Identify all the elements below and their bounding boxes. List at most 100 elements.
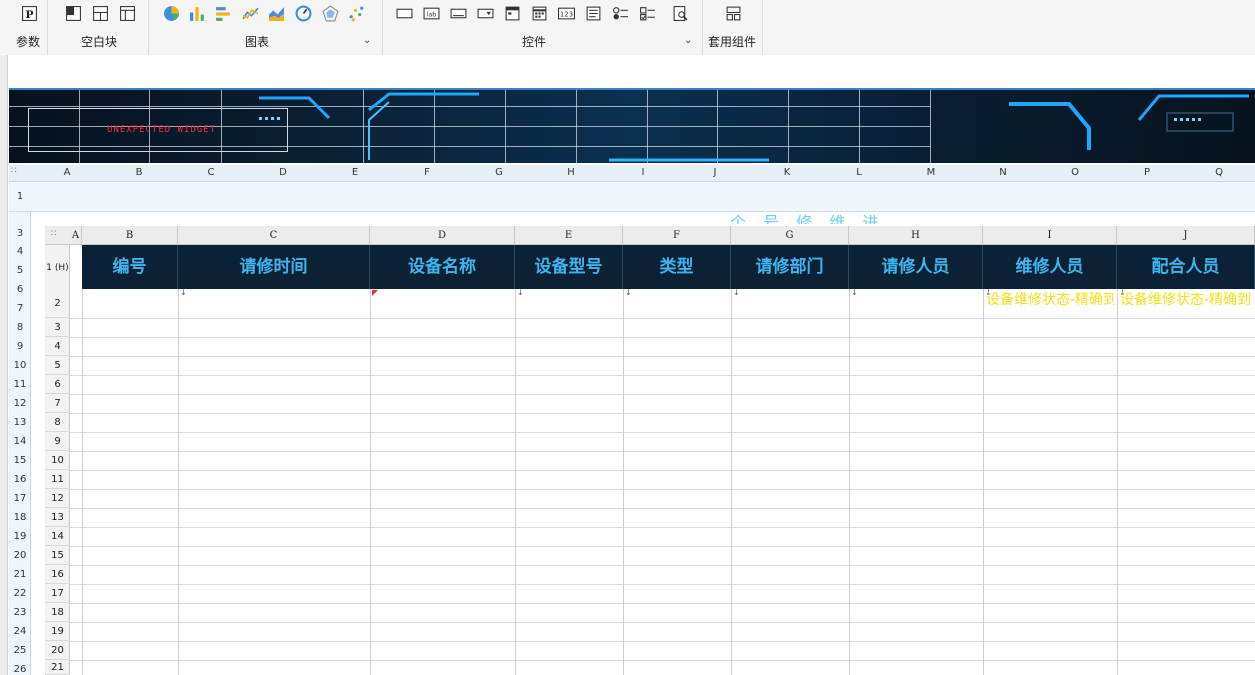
outer-row-number[interactable]: 15 xyxy=(9,455,31,466)
outer-row-number[interactable]: 8 xyxy=(9,322,31,333)
outer-row-number[interactable]: 12 xyxy=(9,398,31,409)
inner-column-label[interactable]: G xyxy=(731,226,849,245)
outer-column-label[interactable]: C xyxy=(175,167,247,178)
outer-column-label[interactable]: F xyxy=(391,167,463,178)
inner-row-number[interactable]: 4 xyxy=(45,337,70,356)
inner-row-number[interactable]: 12 xyxy=(45,489,70,508)
horizontal-bar-chart-icon[interactable] xyxy=(214,4,232,22)
outer-row-number[interactable]: 16 xyxy=(9,474,31,485)
split-layout-icon[interactable] xyxy=(91,4,109,22)
outer-row-number[interactable]: 7 xyxy=(9,303,31,314)
outer-column-label[interactable]: D xyxy=(247,167,319,178)
outer-row-number[interactable]: 21 xyxy=(9,569,31,580)
outer-column-label[interactable]: J xyxy=(679,167,751,178)
outer-row-number[interactable]: 24 xyxy=(9,626,31,637)
inner-column-label[interactable]: D xyxy=(370,226,515,245)
checkbox-group-widget-icon[interactable] xyxy=(638,4,656,22)
outer-column-label[interactable]: P xyxy=(1111,167,1183,178)
cell-expand-arrow-icon[interactable]: ↓ xyxy=(733,289,740,297)
inner-column-label[interactable]: B xyxy=(82,226,178,245)
inner-row-number[interactable]: 6 xyxy=(45,375,70,394)
label-widget-icon[interactable]: lab xyxy=(422,4,440,22)
inner-row-number[interactable]: 15 xyxy=(45,546,70,565)
inner-row-number[interactable]: 5 xyxy=(45,356,70,375)
chart-more-chevron-down-icon[interactable]: ⌄ xyxy=(363,35,371,46)
inner-column-label[interactable]: I xyxy=(983,226,1117,245)
inner-row-number[interactable]: 11 xyxy=(45,470,70,489)
tab-layout-icon[interactable] xyxy=(118,4,136,22)
pie-chart-icon[interactable] xyxy=(162,4,180,22)
line-chart-icon[interactable] xyxy=(241,4,259,22)
inner-row-number[interactable]: 16 xyxy=(45,565,70,584)
cell-expand-arrow-icon[interactable]: ↓ xyxy=(180,289,187,297)
inner-row-number[interactable]: 8 xyxy=(45,413,70,432)
apply-component-icon[interactable] xyxy=(724,4,742,22)
repair-status-cell[interactable]: 设备维修状态-精确到时分 xyxy=(986,292,1114,316)
gauge-chart-icon[interactable] xyxy=(294,4,312,22)
inner-row-number[interactable]: 7 xyxy=(45,394,70,413)
absolute-layout-icon[interactable] xyxy=(64,4,82,22)
outer-row-number[interactable]: 5 xyxy=(9,265,31,276)
outer-column-label[interactable]: Q xyxy=(1183,167,1255,178)
inner-column-label[interactable]: J xyxy=(1117,226,1255,245)
area-chart-icon[interactable] xyxy=(267,4,285,22)
outer-row-number[interactable]: 6 xyxy=(9,284,31,295)
inner-column-label[interactable]: H xyxy=(849,226,983,245)
outer-column-label[interactable]: G xyxy=(463,167,535,178)
inner-column-label[interactable]: A xyxy=(70,226,82,245)
number-widget-icon[interactable]: 123 xyxy=(557,4,575,22)
outer-row-number[interactable]: 25 xyxy=(9,645,31,656)
dropdown-widget-icon[interactable] xyxy=(476,4,494,22)
inner-row-number[interactable]: 9 xyxy=(45,432,70,451)
button-widget-icon[interactable] xyxy=(395,4,413,22)
inner-row-number[interactable]: 3 xyxy=(45,318,70,337)
inner-row-number[interactable]: 14 xyxy=(45,527,70,546)
outer-column-label[interactable]: I xyxy=(607,167,679,178)
cell-expand-arrow-icon[interactable]: ↓ xyxy=(851,289,858,297)
outer-row-number[interactable]: 22 xyxy=(9,588,31,599)
inner-row-number[interactable]: 21 xyxy=(45,660,70,675)
outer-row-number[interactable]: 14 xyxy=(9,436,31,447)
calendar-widget-icon[interactable] xyxy=(530,4,548,22)
outer-column-label[interactable]: A xyxy=(31,167,103,178)
inner-header-row-label[interactable]: 1 (H) xyxy=(45,263,70,277)
outer-row-number[interactable]: 18 xyxy=(9,512,31,523)
inner-column-label[interactable]: F xyxy=(623,226,731,245)
parameter-icon[interactable]: P xyxy=(20,4,38,22)
outer-column-label[interactable]: H xyxy=(535,167,607,178)
inner-row-number[interactable]: 10 xyxy=(45,451,70,470)
scatter-chart-icon[interactable] xyxy=(347,4,365,22)
bar-chart-icon[interactable] xyxy=(188,4,206,22)
inner-grip-icon[interactable]: ∷ xyxy=(51,229,57,239)
outer-row-number[interactable]: 10 xyxy=(9,360,31,371)
cell-expand-arrow-icon[interactable]: ↓ xyxy=(517,289,524,297)
outer-grip-icon[interactable]: ∷ xyxy=(11,166,17,176)
search-preview-icon[interactable] xyxy=(671,4,689,22)
outer-column-label[interactable]: E xyxy=(319,167,391,178)
text-area-widget-icon[interactable] xyxy=(584,4,602,22)
date-widget-icon[interactable] xyxy=(503,4,521,22)
outer-column-label[interactable]: O xyxy=(1039,167,1111,178)
widget-more-chevron-down-icon[interactable]: ⌄ xyxy=(684,35,692,46)
inner-row-number[interactable]: 13 xyxy=(45,508,70,527)
inner-row-number[interactable]: 2 xyxy=(45,289,70,318)
outer-row-number[interactable]: 3 xyxy=(9,228,31,239)
outer-column-label[interactable]: L xyxy=(823,167,895,178)
outer-row-number[interactable]: 13 xyxy=(9,417,31,428)
outer-row-number[interactable]: 23 xyxy=(9,607,31,618)
outer-column-label[interactable]: B xyxy=(103,167,175,178)
outer-column-label[interactable]: M xyxy=(895,167,967,178)
outer-row-number[interactable]: 9 xyxy=(9,341,31,352)
outer-row-number[interactable]: 26 xyxy=(9,664,31,675)
outer-column-label[interactable]: N xyxy=(967,167,1039,178)
text-input-widget-icon[interactable] xyxy=(449,4,467,22)
inner-row-number[interactable]: 20 xyxy=(45,641,70,660)
inner-column-label[interactable]: C xyxy=(178,226,370,245)
outer-row-number[interactable]: 4 xyxy=(9,246,31,257)
left-panel-collapsed-edge[interactable] xyxy=(0,55,8,675)
outer-row-number[interactable]: 17 xyxy=(9,493,31,504)
outer-column-label[interactable]: K xyxy=(751,167,823,178)
inner-column-label[interactable]: E xyxy=(515,226,623,245)
repair-status-cell[interactable]: 设备维修状态-精确到时分 xyxy=(1120,292,1252,316)
outer-row-number[interactable]: 19 xyxy=(9,531,31,542)
